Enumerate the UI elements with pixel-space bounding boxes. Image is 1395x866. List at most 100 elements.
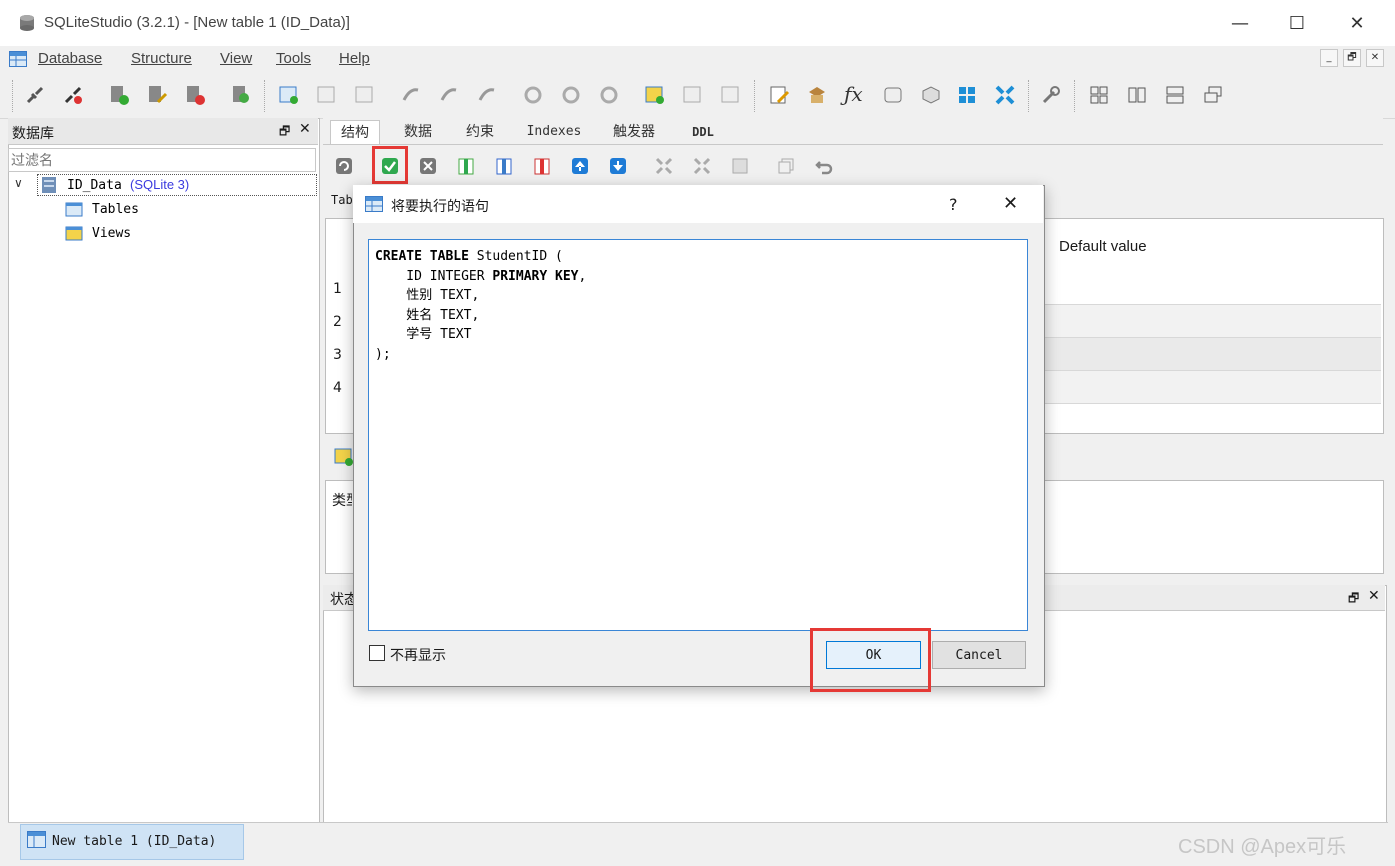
sql-text: StudentID ( [468,249,563,264]
edit-trigger-icon[interactable] [560,84,582,106]
dont-show-again-label[interactable]: 不再显示 [390,645,446,665]
edit-view-icon[interactable] [682,84,704,106]
create-index-icon[interactable] [400,84,422,106]
sql-text: 性别 TEXT, [375,288,480,303]
refresh-db-icon[interactable] [230,84,252,106]
sql-statement-box[interactable]: CREATE TABLE StudentID ( ID INTEGER PRIM… [368,239,1028,631]
tree-db-type: (SQLite 3) [130,177,190,192]
tile-windows-icon[interactable] [1088,84,1110,106]
delete-index-icon[interactable] [476,84,498,106]
delete-trigger-icon[interactable] [598,84,620,106]
tab-ddl[interactable]: DDL [678,120,728,144]
cascade-icon[interactable] [994,84,1016,106]
add-db-icon[interactable] [108,84,130,106]
grid-row[interactable] [1045,371,1381,404]
edit-index-icon[interactable] [438,84,460,106]
grid-row-number: 3 [333,347,342,363]
delete-constraint-icon[interactable] [730,156,750,176]
sql-text: 学号 TEXT [375,327,472,342]
tree-expand-chevron-icon[interactable]: ∨ [14,176,23,190]
tab-data[interactable]: 数据 [392,120,444,144]
tab-triggers[interactable]: 触发器 [602,120,666,144]
menu-help[interactable]: Help [339,50,370,67]
extensions-icon[interactable] [920,84,942,106]
grid-row[interactable] [1045,338,1381,371]
panel-close-icon[interactable]: ✕ [299,121,311,137]
edit-column-icon[interactable] [494,156,514,176]
disconnect-db-icon[interactable] [62,84,84,106]
tab-structure[interactable]: 结构 [330,120,380,145]
mdi-restore-button[interactable]: 🗗 [1343,49,1361,67]
cascade-windows-icon[interactable] [1202,84,1224,106]
tree-db-name[interactable]: ID_Data [67,178,122,193]
edit-db-icon[interactable] [146,84,168,106]
add-constraint-icon[interactable] [654,156,674,176]
mdi-minimize-button[interactable]: _ [1320,49,1338,67]
sql-keyword: PRIMARY KEY [492,268,579,284]
grid-row[interactable] [1045,272,1381,305]
refresh-structure-icon[interactable] [334,156,354,176]
tile-icon[interactable] [956,84,978,106]
create-trigger-icon[interactable] [522,84,544,106]
toolbar-separator [1028,80,1031,112]
collations-icon[interactable] [882,84,904,106]
sql-keyword: CREATE TABLE [375,249,469,264]
maximize-button[interactable]: ☐ [1274,8,1320,40]
remove-db-icon[interactable] [184,84,206,106]
mdi-close-button[interactable]: ✕ [1366,49,1384,67]
create-similar-icon[interactable] [776,156,796,176]
undo-icon[interactable] [814,156,834,176]
dialog-help-button[interactable]: ? [949,195,958,214]
edit-constraint-icon[interactable] [692,156,712,176]
highlight-ok [810,628,931,692]
dialog-close-button[interactable]: ✕ [1003,193,1018,214]
toolbar-grip [12,80,15,112]
menu-tools[interactable]: Tools [276,50,311,67]
export-icon[interactable] [806,84,828,106]
menu-view[interactable]: View [220,50,252,67]
tab-indexes[interactable]: Indexes [518,120,590,144]
database-panel-header [8,118,318,145]
taskbar-tab-label[interactable]: New table 1 (ID_Data) [52,834,216,849]
database-panel-title: 数据库 [12,126,54,142]
sql-text: ID INTEGER [375,268,493,284]
panel-float-icon[interactable]: 🗗 [279,122,290,143]
status-float-icon[interactable]: 🗗 [1348,589,1359,610]
grid-row-number: 2 [333,314,342,330]
move-column-up-icon[interactable] [570,156,590,176]
sql-text: 姓名 TEXT, [375,307,480,323]
rollback-structure-icon[interactable] [418,156,438,176]
tile-horizontal-icon[interactable] [1126,84,1148,106]
create-view-icon[interactable] [644,84,666,106]
menu-structure[interactable]: Structure [131,50,192,67]
functions-icon[interactable]: ƒx [844,82,863,106]
cancel-button[interactable]: Cancel [932,641,1026,669]
status-panel-title-clip: 状态 [330,592,354,608]
create-table-icon[interactable] [278,84,300,106]
database-icon [42,177,56,193]
add-table-constraint-icon[interactable] [334,447,354,467]
dont-show-again-checkbox[interactable] [369,645,385,661]
tab-constraints[interactable]: 约束 [454,120,506,144]
close-window-button[interactable]: ✕ [1334,8,1380,40]
menu-database[interactable]: Database [38,50,102,67]
tile-vertical-icon[interactable] [1164,84,1186,106]
tree-item-views[interactable]: Views [92,226,131,241]
config-wrench-icon[interactable] [1040,84,1062,106]
grid-row-number: 4 [333,380,342,396]
sql-editor-icon[interactable] [768,84,790,106]
delete-view-icon[interactable] [720,84,742,106]
delete-table-icon[interactable] [354,84,376,106]
status-close-icon[interactable]: ✕ [1368,588,1380,604]
tree-item-tables[interactable]: Tables [92,202,139,217]
edit-table-icon[interactable] [316,84,338,106]
minimize-button[interactable]: — [1217,8,1263,40]
tab-divider [323,144,1383,145]
move-column-down-icon[interactable] [608,156,628,176]
filter-input[interactable] [8,148,316,172]
add-column-icon[interactable] [456,156,476,176]
grid-row[interactable] [1045,305,1381,338]
delete-column-icon[interactable] [532,156,552,176]
connect-db-icon[interactable] [24,84,46,106]
table-name-label-clip: Tab [331,193,353,207]
